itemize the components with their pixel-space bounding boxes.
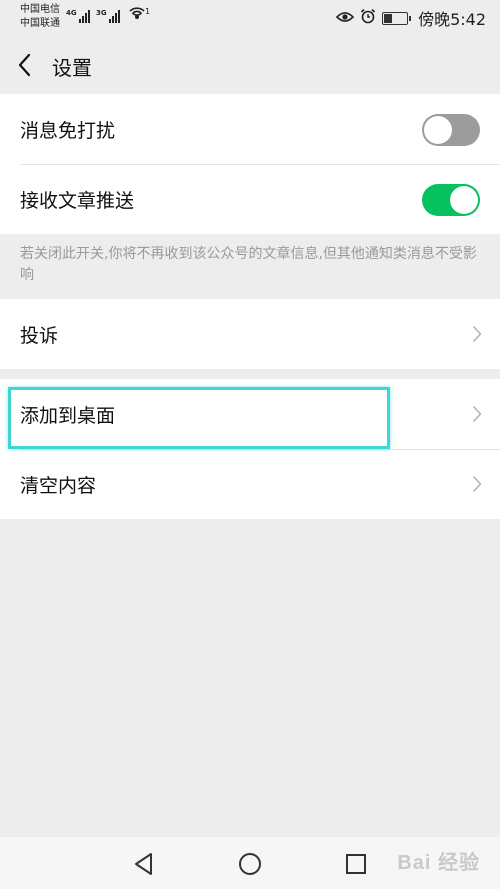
push-row: 接收文章推送 [0,164,500,234]
carrier-1: 中国电信 [20,4,60,15]
complain-label: 投诉 [20,324,59,347]
header: 设置 [0,36,500,94]
chevron-right-icon [472,405,482,423]
hotspot-icon: 1 [128,7,150,29]
highlight-box [8,387,390,449]
toggle-knob [450,186,478,214]
push-label: 接收文章推送 [20,189,135,212]
watermark-logo: Bai 经验 [397,852,480,874]
clear-content-row[interactable]: 清空内容 [0,449,500,519]
complain-group: 投诉 [0,299,500,369]
toggle-knob [424,116,452,144]
mute-row: 消息免打扰 [0,94,500,164]
status-right: 傍晚5:42 [335,6,486,30]
status-bar: 中国电信 中国联通 4G 3G 1 傍晚5:42 [0,0,500,36]
push-note: 若关闭此开关,你将不再收到该公众号的文章信息,但其他通知类消息不受影响 [20,246,477,283]
nav-home-icon[interactable] [237,851,263,877]
signal-3g-icon: 3G [96,9,120,23]
back-arrow-icon[interactable] [14,51,38,79]
hotspot-count: 1 [145,7,151,16]
signal-4g-tag: 4G [66,9,77,17]
signal-3g-tag: 3G [96,9,107,17]
page-title: 设置 [52,56,92,80]
nav-recents-icon[interactable] [343,851,369,877]
battery-icon [382,11,412,25]
mute-label: 消息免打扰 [20,119,116,142]
eye-icon [335,9,355,28]
alarm-icon [360,8,376,28]
chevron-right-icon [472,475,482,493]
complain-row[interactable]: 投诉 [0,299,500,369]
mute-toggle[interactable] [422,114,480,146]
push-toggle[interactable] [422,184,480,216]
clock: 傍晚5:42 [418,10,486,29]
clear-content-label: 清空内容 [20,474,97,497]
carrier-2: 中国联通 [20,18,60,29]
signal-4g-icon: 4G [66,9,90,23]
chevron-right-icon [472,325,482,343]
nav-back-icon[interactable] [131,851,157,877]
carrier-info: 中国电信 中国联通 [20,3,60,31]
toggle-group: 消息免打扰 接收文章推送 [0,94,500,234]
